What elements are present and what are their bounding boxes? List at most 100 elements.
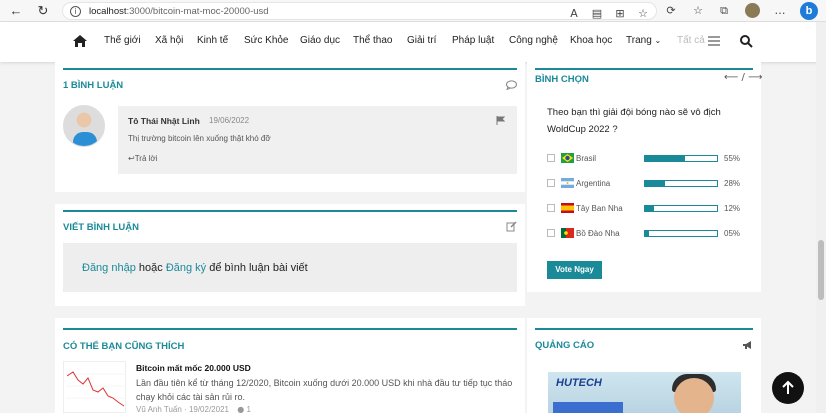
search-icon[interactable] xyxy=(739,34,753,48)
read-aloud-icon[interactable]: A xyxy=(566,6,582,22)
avatar xyxy=(63,105,105,147)
divider xyxy=(63,210,517,212)
report-flag-icon[interactable] xyxy=(496,116,505,125)
collections-icon[interactable]: ⧉ xyxy=(716,3,732,19)
related-item-desc: Lần đầu tiên kể từ tháng 12/2020, Bitcoi… xyxy=(136,378,513,402)
nav-item-phap-luat[interactable]: Pháp luật xyxy=(452,35,494,46)
reply-button[interactable]: ↩Trả lời xyxy=(128,154,157,163)
poll-checkbox[interactable] xyxy=(547,229,555,237)
nav-item-giai-tri[interactable]: Giải trí xyxy=(407,35,436,46)
poll-option-name: Bồ Đào Nha xyxy=(576,229,620,238)
nav-item-trang[interactable]: Trang ⌄ xyxy=(626,35,661,46)
spain-flag-icon xyxy=(561,203,574,213)
nav-item-khoa-hoc[interactable]: Khoa học xyxy=(570,35,612,46)
favorite-icon[interactable]: ☆ xyxy=(635,6,651,22)
ad-banner-strip xyxy=(553,402,623,413)
poll-option-name: Argentina xyxy=(576,179,611,188)
related-item-title[interactable]: Bitcoin mất mốc 20.000 USD xyxy=(136,363,251,373)
scrollbar-thumb[interactable] xyxy=(818,240,824,300)
register-link[interactable]: Đăng ký xyxy=(166,262,206,274)
poll-percent: 55% xyxy=(724,154,741,163)
apps-icon[interactable]: ⊞ xyxy=(612,6,628,22)
login-prompt: Đăng nhập hoặc Đăng ký để bình luận bài … xyxy=(63,243,517,292)
poll-percent: 12% xyxy=(724,204,741,213)
related-item-meta: Vũ Anh Tuấn · 19/02/2021 ● 1 xyxy=(136,405,251,413)
site-navbar: Thế giới Xã hội Kinh tế Sức Khỏe Giáo dụ… xyxy=(0,22,826,62)
extensions-icon[interactable]: ⟳ xyxy=(663,3,679,19)
vote-button[interactable]: Vote Ngay xyxy=(547,261,602,279)
nav-item-kinh-te[interactable]: Kinh tế xyxy=(197,35,228,46)
divider xyxy=(535,328,753,330)
arrow-up-icon xyxy=(782,380,794,394)
comment-text: Thị trường bitcoin lên xuống thật khó đỡ xyxy=(128,134,271,143)
divider xyxy=(535,68,753,70)
poll-checkbox[interactable] xyxy=(547,204,555,212)
home-icon[interactable] xyxy=(72,34,88,48)
nav-item-the-gioi[interactable]: Thế giới xyxy=(104,35,141,46)
ad-person-image xyxy=(674,378,714,413)
comment-item: Tô Thái Nhật Linh 19/06/2022 Thị trường … xyxy=(118,106,517,174)
page-scrollbar[interactable] xyxy=(816,22,826,413)
chevron-down-icon: ⌄ xyxy=(654,36,662,45)
edit-icon xyxy=(506,221,517,232)
poll-question: Theo bạn thì giải đội bóng nào sẽ vô địc… xyxy=(547,107,721,135)
login-suffix: để bình luận bài viết xyxy=(209,262,308,274)
poll-percent: 05% xyxy=(724,229,741,238)
refresh-icon[interactable]: ↻ xyxy=(35,3,51,19)
arrow-right-icon[interactable]: ⟶ xyxy=(748,72,762,83)
poll-bar-fill xyxy=(645,156,685,161)
comment-icon xyxy=(506,80,517,90)
nav-item-tat-ca[interactable]: Tất cả xyxy=(677,35,705,46)
back-icon[interactable]: ← xyxy=(8,3,24,19)
poll-option[interactable]: Tây Ban Nha 12% xyxy=(547,203,747,215)
nav-item-xa-hoi[interactable]: Xã hội xyxy=(155,35,183,46)
portugal-flag-icon xyxy=(561,228,574,238)
ad-banner[interactable]: HUTECH xyxy=(548,372,741,413)
nav-item-suc-khoe[interactable]: Sức Khỏe xyxy=(244,35,289,46)
poll-bar-fill xyxy=(645,231,649,236)
related-title: CÓ THỂ BẠN CŨNG THÍCH xyxy=(63,341,185,352)
poll-checkbox[interactable] xyxy=(547,154,555,162)
poll-bar xyxy=(644,180,718,187)
brazil-flag-icon xyxy=(561,153,574,163)
poll-option[interactable]: Argentina 28% xyxy=(547,178,747,190)
ad-logo: HUTECH xyxy=(556,377,602,389)
menu-icon[interactable] xyxy=(708,36,720,46)
poll-option-name: Tây Ban Nha xyxy=(576,204,623,213)
comment-date: 19/06/2022 xyxy=(209,116,250,125)
comments-title: 1 BÌNH LUẬN xyxy=(63,80,124,91)
poll-percent: 28% xyxy=(724,179,741,188)
site-info-icon[interactable]: i xyxy=(70,6,81,17)
poll-option-name: Brasil xyxy=(576,154,597,163)
argentina-flag-icon xyxy=(561,178,574,188)
divider xyxy=(63,68,517,70)
arrow-left-icon[interactable]: ⟵ xyxy=(724,72,738,83)
poll-bar-fill xyxy=(645,181,666,186)
bing-chat-icon[interactable]: b xyxy=(800,2,818,20)
immersive-reader-icon[interactable]: ▤ xyxy=(589,6,605,22)
poll-title: BÌNH CHỌN xyxy=(535,74,589,85)
chart-thumbnail-image xyxy=(66,371,125,407)
more-icon[interactable]: … xyxy=(772,3,788,19)
favorites-icon[interactable]: ☆ xyxy=(690,3,706,19)
nav-item-cong-nghe[interactable]: Công nghệ xyxy=(509,35,558,46)
poll-checkbox[interactable] xyxy=(547,179,555,187)
login-link[interactable]: Đăng nhập xyxy=(82,262,136,274)
poll-option[interactable]: Bồ Đào Nha 05% xyxy=(547,228,747,240)
address-bar[interactable]: i localhost:3000/bitcoin-mat-moc-20000-u… xyxy=(62,2,657,20)
nav-item-the-thao[interactable]: Thể thao xyxy=(353,35,392,46)
browser-toolbar: ← ↻ i localhost:3000/bitcoin-mat-moc-200… xyxy=(0,0,826,22)
poll-bar xyxy=(644,155,718,162)
related-thumbnail[interactable] xyxy=(63,361,126,413)
comment-count-icon: ● xyxy=(237,405,245,413)
comment-author[interactable]: Tô Thái Nhật Linh xyxy=(128,116,200,126)
poll-option[interactable]: Brasil 55% xyxy=(547,153,747,165)
poll-bar xyxy=(644,230,718,237)
profile-avatar[interactable] xyxy=(745,3,760,18)
write-comment-title: VIẾT BÌNH LUẬN xyxy=(63,222,139,233)
back-to-top-button[interactable] xyxy=(772,372,804,404)
poll-bar xyxy=(644,205,718,212)
url-text: localhost:3000/bitcoin-mat-moc-20000-usd xyxy=(89,6,269,17)
nav-item-giao-duc[interactable]: Giáo dục xyxy=(300,35,340,46)
megaphone-icon xyxy=(743,341,751,349)
